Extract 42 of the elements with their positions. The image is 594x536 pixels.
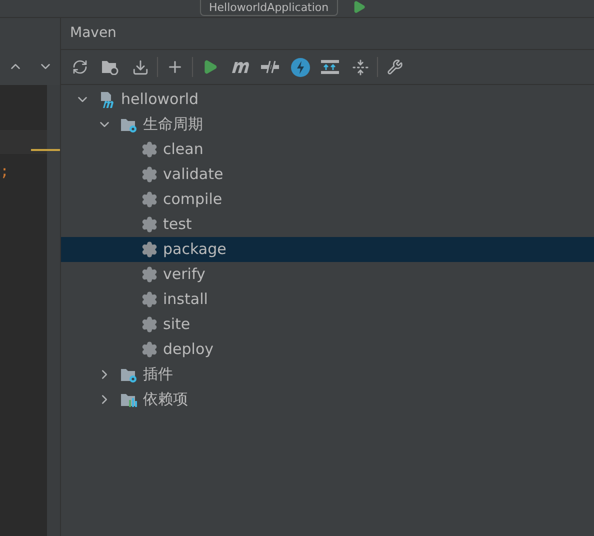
tree-item[interactable]: deploy [61, 337, 594, 362]
tree-item[interactable]: clean [61, 137, 594, 162]
change-marker [31, 149, 60, 151]
folder-gear-icon [120, 116, 138, 132]
collapse-icon [352, 58, 368, 76]
tree-item[interactable]: package [61, 237, 594, 262]
tree-item[interactable]: 插件 [61, 362, 594, 387]
run-icon[interactable] [352, 0, 366, 14]
gear-icon [141, 241, 158, 258]
gear-icon [141, 166, 158, 183]
offline-icon [260, 59, 280, 75]
gear-icon [141, 191, 158, 208]
tree-item[interactable]: verify [61, 262, 594, 287]
maven-icon [230, 59, 250, 75]
gear-icon [141, 316, 158, 333]
tree-item[interactable]: 依赖项 [61, 387, 594, 412]
wrench-icon [387, 59, 403, 75]
plus-icon [166, 58, 184, 76]
play-icon [202, 59, 218, 75]
folder-gear-icon [120, 366, 138, 382]
panel-title: Maven [70, 24, 116, 43]
code-text: ; [0, 161, 10, 182]
download-icon [132, 58, 148, 76]
gear-icon [141, 341, 158, 358]
folder-icon [101, 59, 119, 75]
gear-icon [141, 141, 158, 158]
run-configuration-dropdown[interactable]: HelloworldApplication [200, 0, 338, 16]
tree-item[interactable]: helloworld [61, 87, 594, 112]
gear-icon [141, 216, 158, 233]
gear-icon [141, 291, 158, 308]
tree-item[interactable]: site [61, 312, 594, 337]
gear-icon [141, 266, 158, 283]
tree-item[interactable]: 生命周期 [61, 112, 594, 137]
tree-item[interactable]: compile [61, 187, 594, 212]
tree-item[interactable]: test [61, 212, 594, 237]
folder-chart-icon [120, 392, 138, 408]
maven-project-icon [98, 90, 116, 108]
lightning-icon [290, 58, 310, 76]
arrows-up-icon [320, 59, 340, 75]
tree-item[interactable]: install [61, 287, 594, 312]
tree-item[interactable]: validate [61, 162, 594, 187]
reload-icon [72, 59, 88, 75]
